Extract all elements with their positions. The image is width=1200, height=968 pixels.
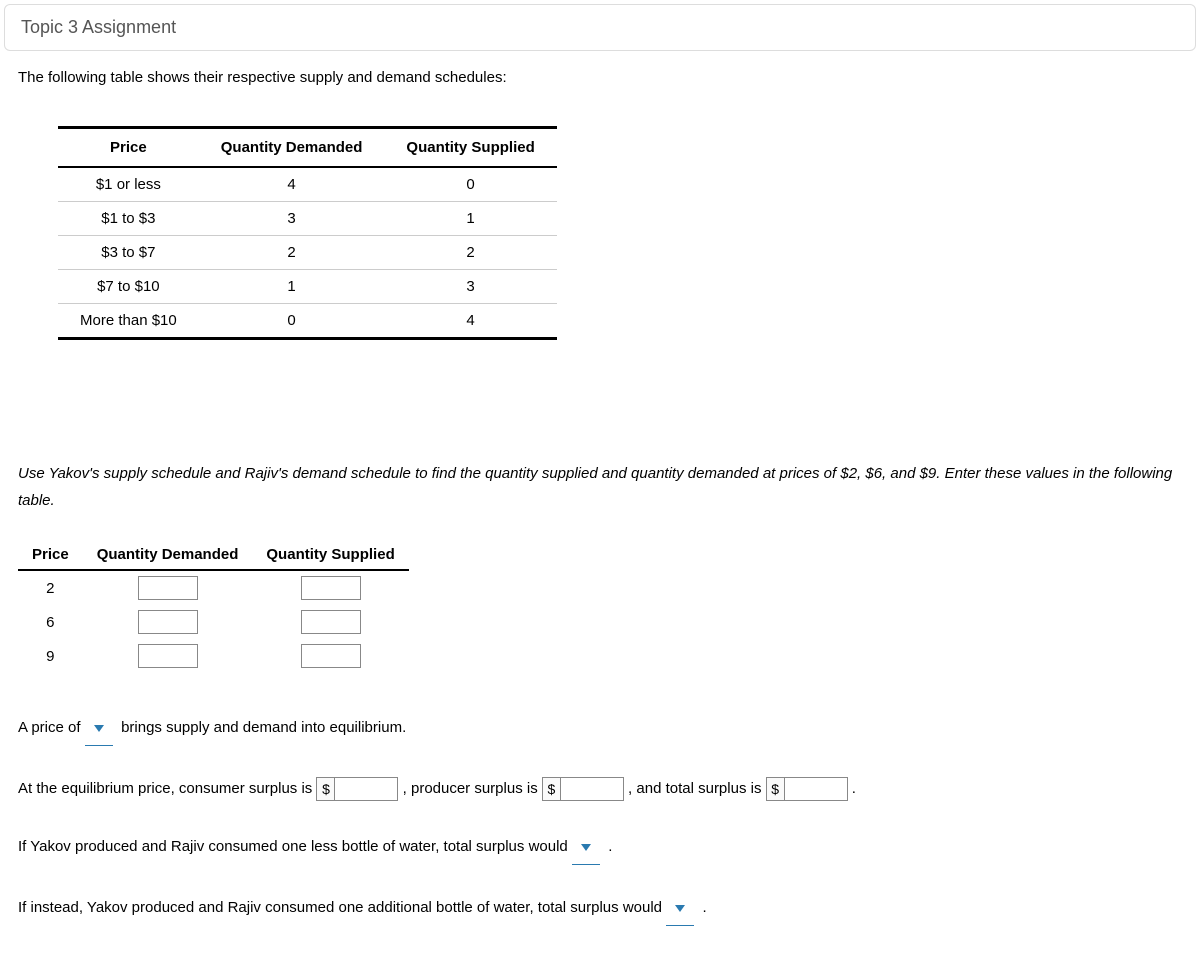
schedule-table: Price Quantity Demanded Quantity Supplie… — [58, 126, 557, 340]
qd-input-6[interactable] — [138, 610, 198, 634]
qs-input-6[interactable] — [301, 610, 361, 634]
dollar-sign: $ — [317, 778, 335, 800]
consumer-surplus-input[interactable]: $ — [316, 777, 398, 801]
col2-price: Price — [18, 540, 83, 570]
question-one-less: If Yakov produced and Rajiv consumed one… — [18, 832, 1182, 865]
table-row: $1 or less 4 0 — [58, 167, 557, 202]
page-title-bar: Topic 3 Assignment — [4, 4, 1196, 51]
question-equilibrium-price: A price of brings supply and demand into… — [18, 713, 1182, 746]
qd-input-9[interactable] — [138, 644, 198, 668]
chevron-down-icon — [674, 903, 686, 913]
col-price: Price — [58, 128, 199, 168]
col2-qs: Quantity Supplied — [252, 540, 408, 570]
table-row: More than $10 0 4 — [58, 304, 557, 339]
qs-input-9[interactable] — [301, 644, 361, 668]
chevron-down-icon — [580, 842, 592, 852]
content-area: The following table shows their respecti… — [0, 55, 1200, 968]
col2-qd: Quantity Demanded — [83, 540, 253, 570]
table-row: 6 — [18, 605, 409, 639]
total-surplus-field[interactable] — [785, 778, 847, 800]
page-title: Topic 3 Assignment — [21, 17, 176, 37]
producer-surplus-input[interactable]: $ — [542, 777, 624, 801]
question-surplus: At the equilibrium price, consumer surpl… — [18, 774, 1182, 804]
qs-input-2[interactable] — [301, 576, 361, 600]
qd-input-2[interactable] — [138, 576, 198, 600]
equilibrium-price-dropdown[interactable] — [85, 713, 113, 746]
col-qs: Quantity Supplied — [384, 128, 556, 168]
schedule-table-wrap: Price Quantity Demanded Quantity Supplie… — [58, 126, 1182, 340]
table-row: 2 — [18, 570, 409, 605]
input-table: Price Quantity Demanded Quantity Supplie… — [18, 540, 409, 673]
one-less-dropdown[interactable] — [572, 832, 600, 865]
intro-text: The following table shows their respecti… — [18, 69, 1182, 86]
table-row: 9 — [18, 639, 409, 673]
chevron-down-icon — [93, 723, 105, 733]
table-row: $1 to $3 3 1 — [58, 202, 557, 236]
question-one-more: If instead, Yakov produced and Rajiv con… — [18, 893, 1182, 926]
col-qd: Quantity Demanded — [199, 128, 385, 168]
dollar-sign: $ — [543, 778, 561, 800]
dollar-sign: $ — [767, 778, 785, 800]
table-row: $7 to $10 1 3 — [58, 270, 557, 304]
consumer-surplus-field[interactable] — [335, 778, 397, 800]
instructions-text: Use Yakov's supply schedule and Rajiv's … — [18, 460, 1182, 514]
table-row: $3 to $7 2 2 — [58, 236, 557, 270]
producer-surplus-field[interactable] — [561, 778, 623, 800]
total-surplus-input[interactable]: $ — [766, 777, 848, 801]
one-more-dropdown[interactable] — [666, 893, 694, 926]
